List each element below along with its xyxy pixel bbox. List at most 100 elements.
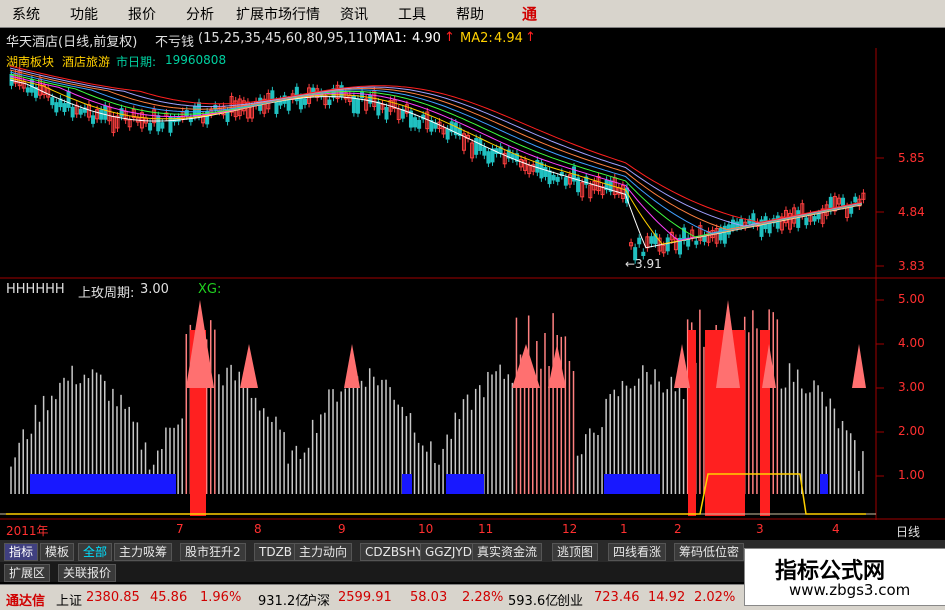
candle-body: [54, 102, 59, 113]
tab-all[interactable]: 全部: [78, 543, 113, 561]
tab-four-lines[interactable]: 四线看涨: [608, 543, 667, 561]
moving-average-line: [9, 65, 862, 223]
sz-change: 58.03: [410, 590, 448, 605]
time-label-year: 2011年: [6, 524, 49, 538]
time-label-3: 3: [756, 522, 764, 536]
sh-value: 2380.85: [86, 590, 140, 605]
candle-body: [384, 107, 389, 120]
time-label-11: 11: [478, 522, 494, 536]
tab-top-escape[interactable]: 逃顶图: [552, 543, 599, 561]
tab-tdzb[interactable]: TDZB: [254, 543, 298, 561]
ind-label-5: 5.00: [898, 292, 925, 306]
candle-body: [853, 196, 858, 203]
candle-body: [812, 216, 817, 222]
candle-body: [816, 213, 821, 220]
pink-peak: [344, 344, 360, 388]
time-label-9: 9: [338, 522, 346, 536]
price-label-high: 5.85: [898, 151, 925, 165]
candle-body: [804, 217, 809, 226]
candle-body: [91, 115, 96, 124]
candle-body: [50, 97, 55, 106]
candle-body: [62, 103, 67, 113]
candle-body: [156, 115, 161, 132]
sz-label: 沪深: [304, 594, 331, 609]
sh-change: 45.86: [150, 590, 188, 605]
tab-real-fund-flow[interactable]: 真实资金流: [472, 543, 543, 561]
moving-average-line: [9, 69, 862, 231]
tab-stock-surge[interactable]: 股市狂升2: [180, 543, 246, 561]
moving-average-line: [9, 73, 862, 238]
watermark-url: www.zbgs3.com: [789, 581, 911, 599]
candle-body: [25, 87, 30, 93]
cy-pct: 2.02%: [694, 590, 736, 605]
tab-template[interactable]: 模板: [40, 543, 75, 561]
blue-signal-block: [820, 474, 828, 494]
candle-body: [543, 167, 548, 177]
tab-cdzbshy[interactable]: CDZBSHY: [360, 543, 428, 561]
pink-peak: [548, 344, 566, 388]
tab-ggzjyd[interactable]: GGZJYD: [420, 543, 477, 561]
candle-body: [796, 210, 801, 228]
time-label-4: 4: [832, 522, 840, 536]
candle-body: [767, 221, 772, 234]
sz-amount: 593.6亿: [508, 594, 559, 609]
tab-extension-area[interactable]: 扩展区: [4, 564, 51, 582]
ind-label-4: 4.00: [898, 336, 925, 350]
candle-body: [176, 116, 181, 122]
candle-body: [539, 162, 544, 179]
time-label-8: 8: [254, 522, 262, 536]
tab-main-move[interactable]: 主力动向: [294, 543, 353, 561]
price-label-low: 3.83: [898, 259, 925, 273]
candle-body: [694, 240, 699, 245]
candle-body: [482, 146, 487, 156]
stock-chart: [0, 48, 945, 520]
blue-signal-block: [604, 474, 660, 494]
indicator-name: HHHHHH: [6, 282, 65, 297]
candle-body: [841, 197, 846, 207]
sz-value: 2599.91: [338, 590, 392, 605]
time-label-1: 1: [620, 522, 628, 536]
candle-body: [148, 122, 153, 131]
candle-body: [563, 177, 568, 186]
watermark: 指标公式网 www.zbgs3.com: [744, 548, 945, 606]
candle-body: [355, 98, 360, 114]
time-label-10: 10: [418, 522, 434, 536]
cy-label: 创业: [557, 594, 584, 609]
candle-body: [413, 117, 418, 128]
sh-amount: 931.2亿: [258, 594, 309, 609]
tab-related-quote[interactable]: 关联报价: [58, 564, 117, 582]
candle-body: [368, 94, 373, 104]
tab-chip-low[interactable]: 筹码低位密: [674, 543, 745, 561]
indicator-param-value: 3.00: [140, 282, 169, 297]
blue-signal-block: [402, 474, 412, 494]
price-min-marker: ←3.91: [625, 257, 662, 271]
tab-indicator[interactable]: 指标: [4, 543, 39, 561]
candle-body: [551, 175, 556, 181]
candle-body: [78, 108, 83, 115]
candle-body: [302, 98, 307, 105]
candle-body: [168, 116, 173, 133]
app-name: 通达信: [6, 594, 46, 609]
candle-body: [160, 122, 165, 129]
tab-main-absorb[interactable]: 主力吸筹: [114, 543, 173, 561]
candle-body: [641, 251, 646, 257]
candle-body: [486, 151, 491, 164]
candle-body: [400, 109, 405, 119]
candle-body: [547, 170, 552, 185]
candle-body: [637, 237, 642, 245]
ind-label-2: 2.00: [898, 424, 925, 438]
cy-change: 14.92: [648, 590, 686, 605]
candle-body: [298, 96, 303, 110]
candle-body: [286, 99, 291, 111]
candle-body: [66, 90, 71, 108]
candle-body: [376, 101, 381, 116]
candle-body: [718, 227, 723, 241]
cy-value: 723.46: [594, 590, 640, 605]
pink-peak: [852, 344, 866, 388]
blue-signal-block: [30, 474, 176, 494]
candle-body: [417, 119, 422, 129]
candle-body: [99, 109, 104, 120]
period-label[interactable]: 日线: [896, 523, 920, 540]
candle-body: [270, 90, 275, 100]
candle-body: [665, 237, 670, 252]
